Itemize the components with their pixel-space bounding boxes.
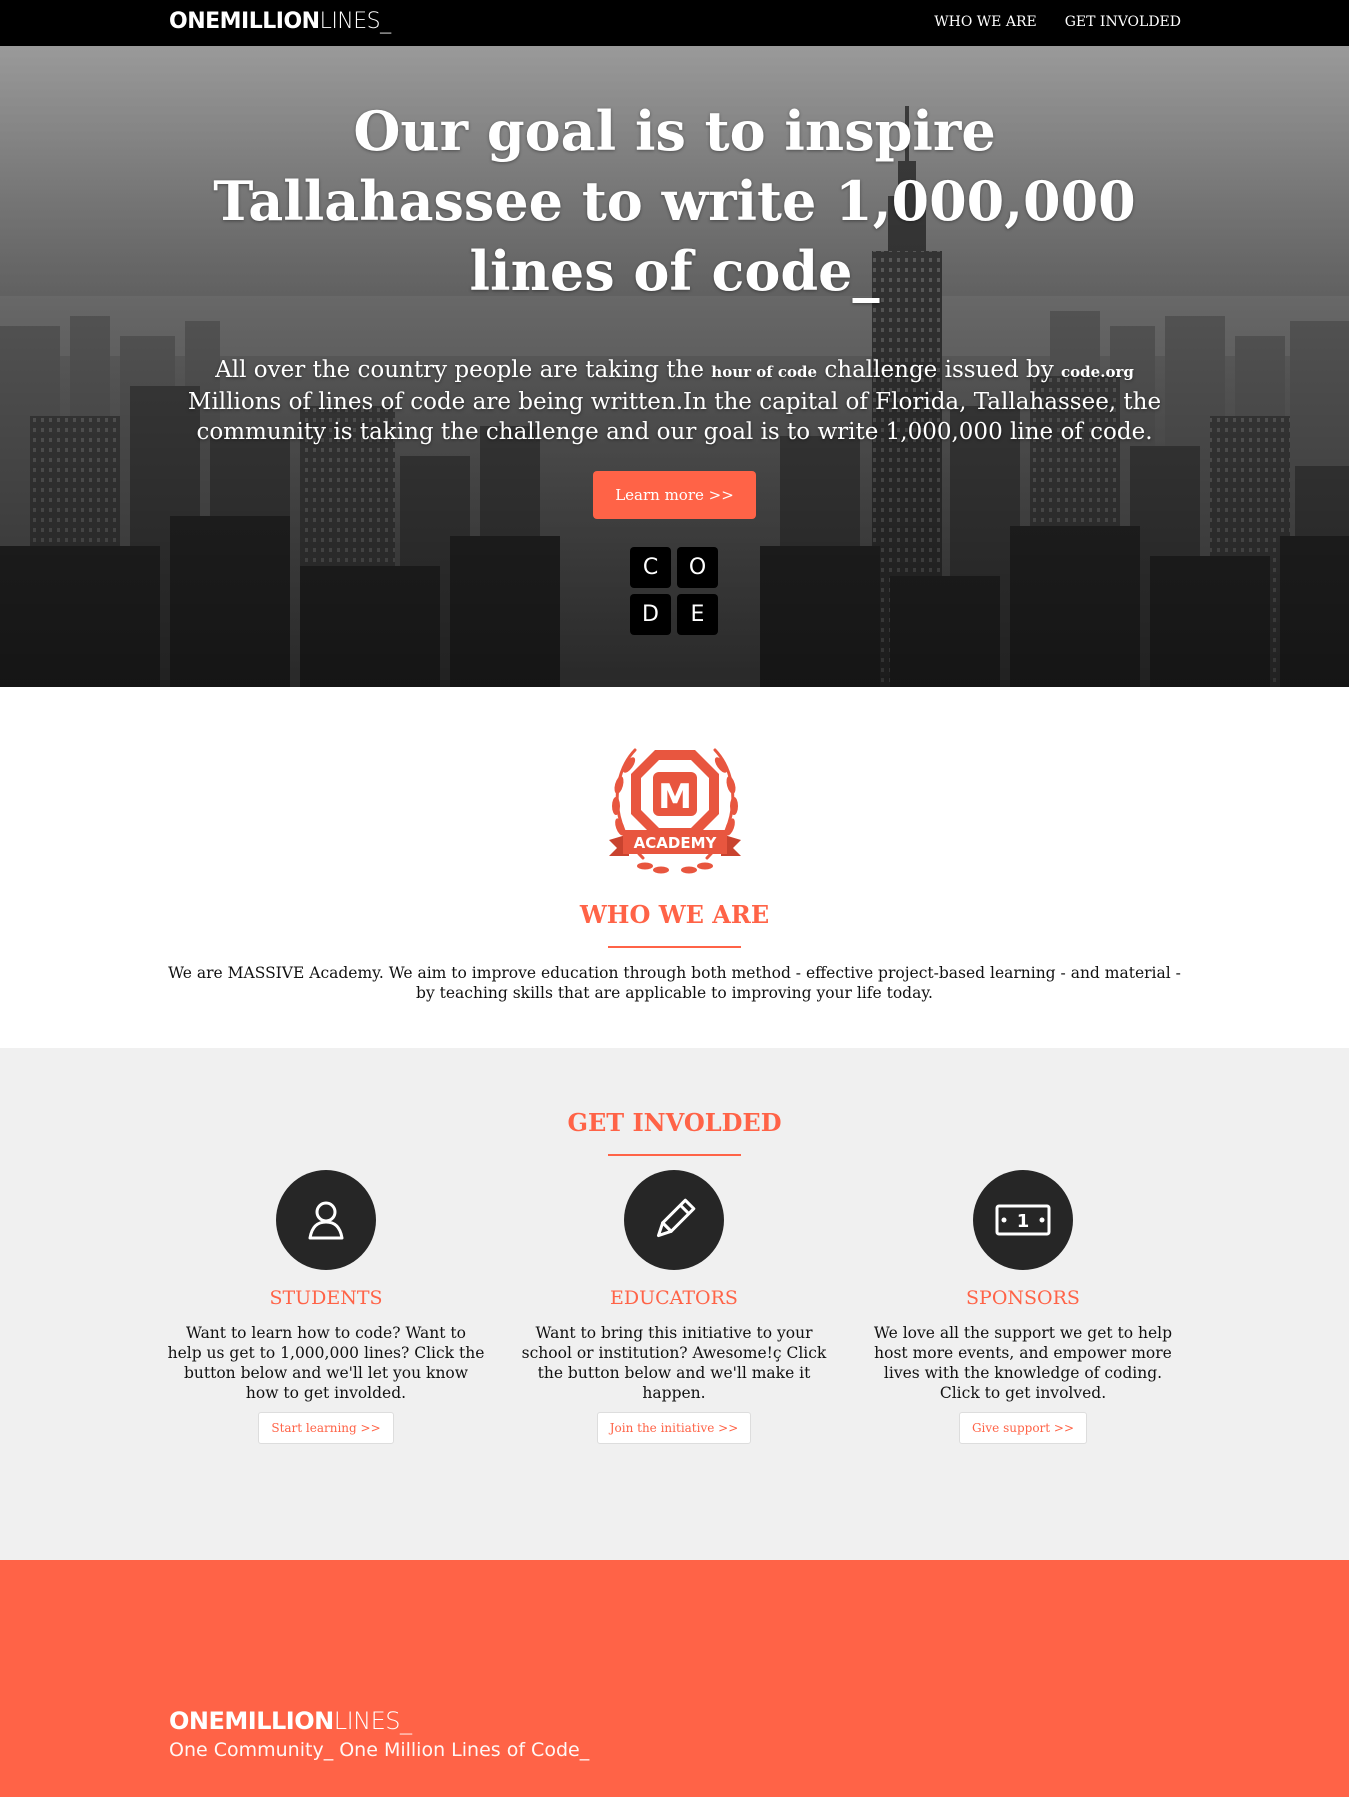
hero-text-part2: challenge issued by [817,357,1062,383]
code-org-logo[interactable]: C O D E [630,547,720,635]
brand-light: LINES_ [319,9,392,34]
footer-tagline: One Community_ One Million Lines of Code… [169,1739,590,1761]
footer: ONEMILLIONLINES_ One Community_ One Mill… [0,1560,1349,1797]
hero-text-part1: All over the country people are taking t… [215,357,712,383]
get-involved-section: GET INVOLDED STUDENTS Want to learn how … [0,1048,1349,1560]
who-divider [608,946,741,948]
students-icon-circle [276,1170,376,1270]
students-title: STUDENTS [269,1287,383,1309]
code-org-tag: code.org [1061,363,1134,381]
user-icon [308,1201,344,1240]
pencil-icon [656,1198,696,1238]
sponsors-icon-circle: 1 [973,1170,1073,1270]
hero-description: All over the country people are taking t… [165,355,1184,447]
academy-logo-letter: M [658,777,692,817]
nav-get-involved-link[interactable]: GET INVOLDED [1065,14,1181,30]
massive-academy-logo: M ACADEMY [609,748,741,874]
educators-icon-circle [624,1170,724,1270]
educators-card: EDUCATORS Want to bring this initiative … [515,1170,833,1444]
footer-brand-logo[interactable]: ONEMILLIONLINES_ [169,1707,412,1735]
nav-links: WHO WE ARE GET INVOLDED [934,14,1181,30]
give-support-button[interactable]: Give support >> [958,1412,1088,1444]
students-card: STUDENTS Want to learn how to code? Want… [167,1170,485,1444]
involved-divider [608,1154,741,1156]
hero-text-part3: Millions of lines of code are being writ… [187,389,1162,445]
money-icon-glyph: 1 [1017,1211,1030,1232]
educators-text: Want to bring this initiative to your sc… [521,1324,827,1402]
learn-more-button[interactable]: Learn more >> [593,471,756,519]
footer-brand-bold: ONEMILLION [169,1707,334,1735]
code-logo-letter: C [630,547,671,588]
get-involved-heading: GET INVOLDED [567,1108,782,1137]
code-logo-letter: E [677,594,718,635]
code-logo-letter: O [677,547,718,588]
footer-brand-light: LINES_ [333,1707,412,1735]
start-learning-button[interactable]: Start learning >> [258,1412,394,1444]
who-we-are-heading: WHO WE ARE [579,900,770,929]
who-we-are-text: We are MASSIVE Academy. We aim to improv… [168,964,1181,1002]
sponsors-text: We love all the support we get to help h… [873,1324,1173,1402]
brand-logo[interactable]: ONEMILLIONLINES_ [169,9,391,35]
hero-section: Our goal is to inspire Tallahassee to wr… [0,46,1349,687]
top-navbar: ONEMILLIONLINES_ WHO WE ARE GET INVOLDED [0,0,1349,46]
students-text: Want to learn how to code? Want to help … [167,1324,485,1402]
code-logo-letter: D [630,594,671,635]
sponsors-card: 1 SPONSORS We love all the support we ge… [864,1170,1182,1444]
nav-who-we-are-link[interactable]: WHO WE ARE [934,14,1036,30]
brand-bold: ONEMILLION [169,9,320,34]
hero-title: Our goal is to inspire Tallahassee to wr… [213,99,1136,303]
money-icon: 1 [995,1204,1051,1236]
hour-of-code-tag: hour of code [711,363,818,381]
sponsors-title: SPONSORS [966,1287,1080,1309]
who-we-are-section: M ACADEMY WHO WE ARE We are MASSIVE Acad… [0,687,1349,1048]
join-initiative-button[interactable]: Join the initiative >> [596,1412,752,1444]
academy-logo-banner: ACADEMY [634,834,718,852]
educators-title: EDUCATORS [610,1287,738,1309]
